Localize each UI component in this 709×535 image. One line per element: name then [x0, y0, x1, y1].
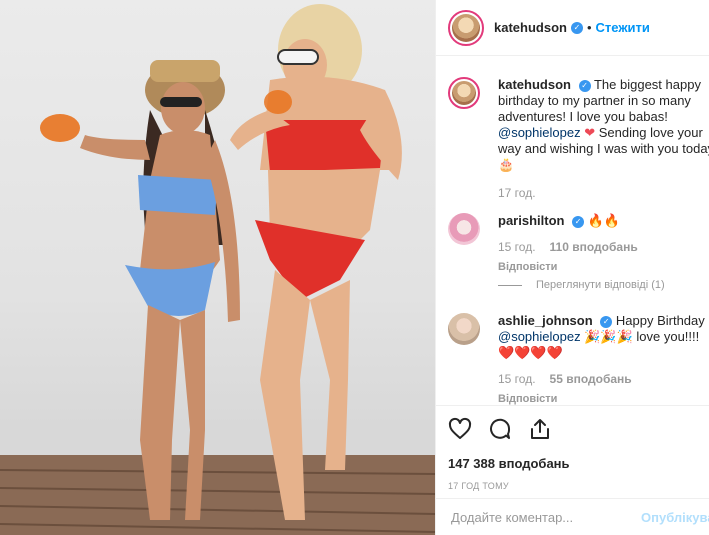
- reply-button[interactable]: Відповісти: [498, 391, 709, 405]
- cake-icon: 🎂: [498, 157, 515, 172]
- commenter-avatar[interactable]: [448, 213, 480, 245]
- reply-button[interactable]: Відповісти: [498, 259, 709, 275]
- comment-input[interactable]: [451, 509, 627, 525]
- caption-avatar[interactable]: [448, 77, 480, 109]
- verified-icon: ✓: [600, 315, 613, 328]
- author-avatar[interactable]: [448, 9, 484, 46]
- caption-body: katehudson ✓ The biggest happy birthday …: [498, 77, 709, 201]
- verified-icon: ✓: [578, 79, 591, 92]
- post-photo-illustration: [0, 4, 435, 535]
- post-side-panel: katehudson ✓ • Стежити katehudson ✓ The …: [435, 0, 709, 535]
- comments-list[interactable]: katehudson ✓ The biggest happy birthday …: [436, 57, 709, 405]
- comment-username[interactable]: parishilton: [498, 213, 564, 228]
- comment-item: ashlie_johnson ✓ Happy Birthday @sophiel…: [448, 313, 709, 405]
- comment-item: parishilton ✓ 🔥🔥 15 год. 110 вподобань В…: [448, 213, 709, 275]
- post-image[interactable]: [0, 0, 435, 535]
- comment-username[interactable]: ashlie_johnson: [498, 313, 593, 328]
- view-replies-label: Переглянути відповіді (1): [536, 279, 665, 291]
- heart-icon: ❤: [584, 125, 596, 140]
- action-icons: [448, 414, 698, 444]
- caption: katehudson ✓ The biggest happy birthday …: [448, 77, 709, 201]
- publish-button[interactable]: Опублікувати: [641, 510, 709, 525]
- comment-icon[interactable]: [488, 417, 512, 441]
- post-header: katehudson ✓ • Стежити: [436, 0, 709, 56]
- comment-time[interactable]: 15 год.: [498, 371, 536, 387]
- view-replies-button[interactable]: Переглянути відповіді (1): [498, 279, 665, 291]
- follow-button[interactable]: Стежити: [596, 20, 650, 35]
- author-username[interactable]: katehudson: [494, 20, 567, 35]
- post-actions: 147 388 вподобань 17 ГОД ТОМУ: [436, 405, 709, 491]
- comment-body: parishilton ✓ 🔥🔥 15 год. 110 вподобань В…: [498, 213, 709, 275]
- comment-composer: Опублікувати: [436, 498, 709, 535]
- caption-mention[interactable]: @sophielopez: [498, 125, 581, 140]
- verified-icon: ✓: [572, 215, 585, 228]
- commenter-avatar[interactable]: [448, 313, 480, 345]
- heart-icon[interactable]: [448, 417, 472, 441]
- comment-likes[interactable]: 55 вподобань: [550, 371, 632, 387]
- separator-dot: •: [586, 20, 592, 35]
- caption-time[interactable]: 17 год.: [498, 185, 536, 201]
- comment-body: ashlie_johnson ✓ Happy Birthday @sophiel…: [498, 313, 709, 405]
- likes-count[interactable]: 147 388 вподобань: [448, 456, 698, 471]
- comment-text-1: Happy Birthday: [615, 313, 705, 328]
- comment-time[interactable]: 15 год.: [498, 239, 536, 255]
- share-icon[interactable]: [528, 417, 552, 441]
- comment-mention[interactable]: @sophielopez: [498, 329, 581, 344]
- comment-text: 🔥🔥: [587, 213, 621, 228]
- comment-likes[interactable]: 110 вподобань: [550, 239, 638, 255]
- divider-line: [498, 284, 522, 286]
- caption-username[interactable]: katehudson: [498, 77, 571, 92]
- verified-icon: ✓: [570, 21, 583, 34]
- post-time[interactable]: 17 ГОД ТОМУ: [448, 481, 698, 491]
